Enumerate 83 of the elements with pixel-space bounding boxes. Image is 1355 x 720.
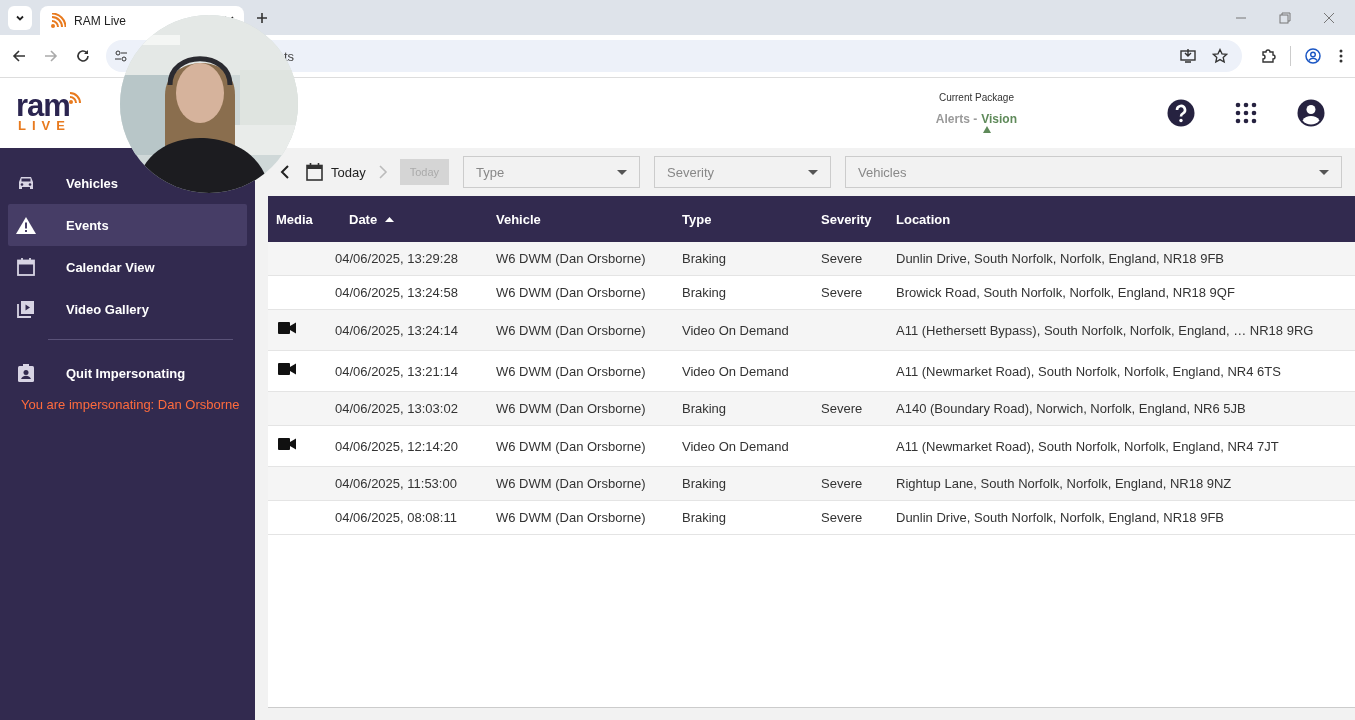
table-cell: W6 DWM (Dan Orsborne) [496,363,646,379]
site-settings-icon[interactable] [114,49,128,63]
table-cell: Braking [682,401,727,416]
car-icon [16,175,36,191]
table-cell: Braking [682,251,727,266]
reload-icon[interactable] [76,49,90,63]
table-cell: W6 DWM (Dan Orsborne) [496,322,646,338]
table-cell: Severe [821,476,863,491]
apps-grid-icon[interactable] [1235,102,1257,124]
table-cell: A11 (Newmarket Road), South Norfolk, Norfolk, England, NR4 7JT [896,438,1279,454]
profile-icon[interactable] [1305,48,1321,64]
table-cell: 04/06/2025, 13:24:14 [335,322,458,338]
close-icon[interactable] [1323,11,1335,24]
table-cell: Severe [821,401,863,416]
table-cell: 04/06/2025, 12:14:20 [335,438,458,454]
video-library-icon [16,300,36,318]
table-cell: W6 DWM (Dan Orsborne) [496,251,646,266]
column-header[interactable]: Vehicle [496,211,682,227]
table-cell: 04/06/2025, 13:21:14 [335,363,458,379]
table-cell: W6 DWM (Dan Orsborne) [496,401,646,416]
table-cell: Severe [821,251,863,266]
column-header[interactable]: Location [896,211,1355,227]
extensions-icon[interactable] [1260,48,1276,64]
table-cell: Braking [682,510,727,525]
table-cell: A140 (Boundary Road), Norwich, Norfolk, England, NR6 5JB [896,401,1246,416]
badge-icon [16,364,36,382]
table-cell: Severe [821,285,863,300]
help-icon[interactable] [1167,99,1195,127]
new-tab-icon[interactable] [256,11,268,24]
table-cell: 04/06/2025, 13:03:02 [335,401,458,416]
table-cell: W6 DWM (Dan Orsborne) [496,510,646,525]
video-camera-icon[interactable] [278,363,296,375]
table-cell: 04/06/2025, 11:53:00 [335,476,457,491]
caret-icon[interactable] [983,125,992,133]
warning-icon [16,216,36,234]
table-cell: W6 DWM (Dan Orsborne) [496,476,646,491]
table-cell: A11 (Newmarket Road), South Norfolk, Norfolk, England, NR4 6TS [896,363,1281,379]
table-cell: Video On Demand [682,438,789,454]
table-cell: A11 (Hethersett Bypass), South Norfolk, Norfolk, England, … NR18 9RG [896,322,1314,338]
video-camera-icon[interactable] [278,438,296,450]
table-cell: Browick Road, South Norfolk, Norfolk, England, NR18 9QF [896,285,1235,300]
table-cell: 04/06/2025, 08:08:11 [335,510,457,525]
sort-arrow-icon [385,216,395,222]
column-header[interactable]: Media [268,211,335,227]
table-cell: Dunlin Drive, South Norfolk, Norfolk, England, NR18 9FB [896,251,1225,266]
more-icon[interactable] [1339,49,1343,63]
package-name[interactable]: Alerts - Vision [935,111,1017,126]
wifi-logo-icon [50,12,66,29]
column-header[interactable]: Date [335,211,496,227]
table-cell: 04/06/2025, 13:24:58 [335,285,458,300]
table-cell: Video On Demand [682,322,789,338]
table-cell: Dunlin Drive, South Norfolk, Norfolk, England, NR18 9FB [896,510,1225,525]
date-picker[interactable]: Today [306,163,366,181]
table-cell: Severe [821,510,863,525]
sidebar-item[interactable]: Video Gallery [8,288,157,330]
calendar-icon [16,258,36,276]
table-cell: 04/06/2025, 13:29:28 [335,251,458,266]
previous-icon[interactable] [280,165,290,179]
package-label: Current Package [938,91,1014,103]
impersonation-notice: You are impersonating: Dan Orsborne [20,396,241,412]
calendar-icon [306,163,323,181]
video-camera-icon[interactable] [278,322,296,334]
table-cell: Rightup Lane, South Norfolk, Norfolk, England, NR18 9NZ [896,476,1232,491]
table-cell: Video On Demand [682,363,789,379]
column-header[interactable]: Type [682,211,821,227]
install-icon[interactable] [1180,48,1196,64]
table-cell: W6 DWM (Dan Orsborne) [496,438,646,454]
table-cell: Braking [682,285,727,300]
dropdown-caret-icon [808,169,819,175]
quit-impersonating-link[interactable]: Quit Impersonating [8,352,194,394]
sidebar-item[interactable]: Vehicles [8,162,127,204]
star-icon[interactable] [1212,48,1228,64]
account-icon[interactable] [1297,99,1325,127]
logo: ram LIVE [16,93,86,133]
table-cell: Braking [682,476,727,491]
table-cell: W6 DWM (Dan Orsborne) [496,285,646,300]
column-header[interactable]: Severity [821,211,896,227]
back-icon[interactable] [12,49,26,63]
sidebar-item[interactable]: Calendar View [8,246,163,288]
dropdown-caret-icon [1319,169,1329,175]
tab-title: RAM Live [74,13,127,28]
dropdown-caret-icon [617,169,628,175]
sidebar-item[interactable]: Events [8,204,247,246]
